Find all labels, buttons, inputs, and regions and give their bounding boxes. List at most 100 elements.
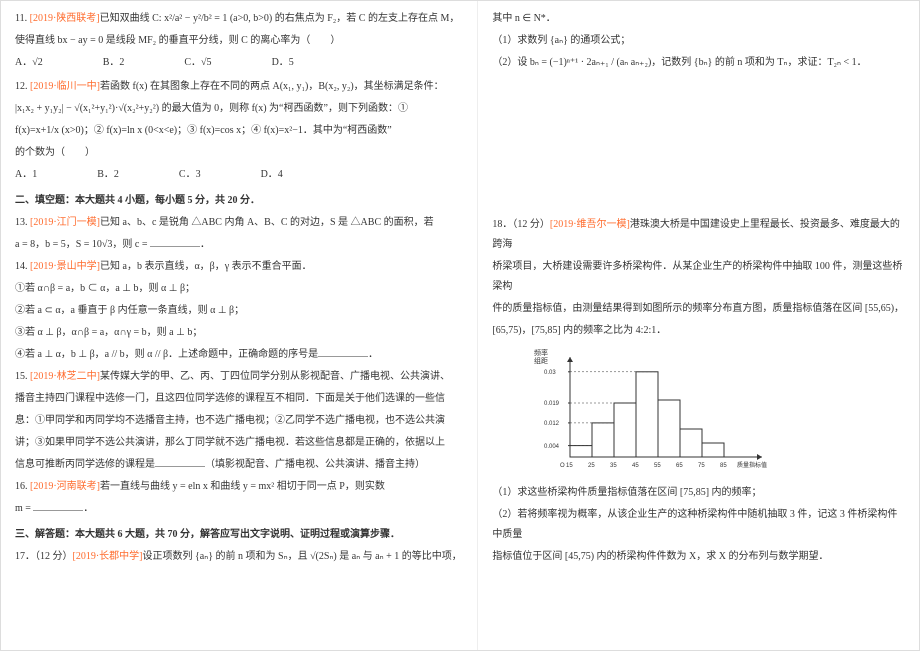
q14-line1: 14. [2019·景山中学]已知 a，b 表示直线，α，β，γ 表示不重合平面… — [15, 257, 463, 277]
q17-sub2: （2）设 bₙ = (−1)ⁿ⁺¹ · 2aₙ₊₁ / (aₙ aₙ₊₂)，记数… — [492, 53, 905, 73]
bar-45-55 — [636, 372, 658, 457]
q12-opt-d: D．4 — [261, 165, 283, 185]
q12-line4: 的个数为（ ） — [15, 143, 463, 163]
q13-line2: a = 8，b = 5，S = 10√3，则 c = ． — [15, 235, 463, 255]
q17-number: 17．（12 分） — [15, 551, 73, 562]
q12-line3: f(x)=x+1/x (x>0)；② f(x)=ln x (0<x<e)；③ f… — [15, 121, 463, 141]
q13-blank — [150, 237, 200, 247]
histogram-chart: 频率 组距 0.004 0.012 0.019 0.03 — [532, 347, 905, 477]
q12-opt-a: A．1 — [15, 165, 37, 185]
y-axis-arrow-icon — [567, 357, 573, 362]
q15-number: 15. — [15, 371, 30, 382]
left-column: 11. [2019·陕西联考]已知双曲线 C: x²/a² − y²/b² = … — [1, 1, 478, 650]
section-2-heading: 二、填空题：本大题共 4 小题，每小题 5 分，共 20 分． — [15, 191, 463, 211]
bar-55-65 — [658, 400, 680, 457]
q12-source-tag: [2019·临川一中] — [30, 81, 100, 92]
q13-body1: 已知 a、b、c 是锐角 △ABC 内角 A、B、C 的对边，S 是 △ABC … — [100, 217, 434, 228]
q15-line3: 息：①甲同学和丙同学均不选播音主持，也不选广播电视；②乙同学不选广播电视，也不选… — [15, 411, 463, 431]
q14-body1: 已知 a，b 表示直线，α，β，γ 表示不重合平面． — [100, 261, 312, 272]
q11-opt-d: D．5 — [272, 53, 294, 73]
q15-body5: 信息可推断丙同学选修的课程是 — [15, 459, 155, 470]
q12-body1: 若函数 f(x) 在其图象上存在不同的两点 A(x₁, y₁)，B(x₂, y₂… — [100, 81, 444, 92]
q18-sub1: （1）求这些桥梁构件质量指标值落在区间 [75,85] 内的频率； — [492, 483, 905, 503]
ytick-0004: 0.004 — [544, 444, 560, 450]
xlabel: 质量指标值 — [737, 461, 767, 469]
q11-number: 11. — [15, 13, 30, 24]
xtick-15: 15 — [566, 463, 573, 469]
q13-body2: a = 8，b = 5，S = 10√3，则 c = — [15, 239, 150, 250]
q11-line1: 11. [2019·陕西联考]已知双曲线 C: x²/a² − y²/b² = … — [15, 9, 463, 29]
q14-stmt2: ②若 a ⊂ α，a 垂直于 β 内任意一条直线，则 α ⊥ β； — [15, 301, 463, 321]
q12-line2: |x₁x₂ + y₁y₂| − √(x₁²+y₁²)·√(x₂²+y₂²) 的最… — [15, 99, 463, 119]
q16-source-tag: [2019·河南联考] — [30, 481, 100, 492]
q18-sub3: 指标值位于区间 [45,75) 内的桥梁构件件数为 X，求 X 的分布列与数学期… — [492, 547, 905, 567]
q15-tail: （填影视配音、广播电视、公共演讲、播音主持） — [205, 459, 425, 470]
xtick-65: 65 — [676, 463, 683, 469]
q12-number: 12. — [15, 81, 30, 92]
right-column: 其中 n ∈ N*． （1）求数列 {aₙ} 的通项公式； （2）设 bₙ = … — [478, 1, 919, 650]
q16-line1: 16. [2019·河南联考]若一直线与曲线 y = eln x 和曲线 y =… — [15, 477, 463, 497]
q14-blank — [318, 347, 368, 357]
q18-number: 18．（12 分） — [492, 219, 550, 230]
blank-space — [492, 75, 905, 215]
q14-stmt4: ④若 a ⊥ α，b ⊥ β，a // b，则 α // β．上述命题中，正确命… — [15, 345, 463, 365]
histogram-svg: 频率 组距 0.004 0.012 0.019 0.03 — [532, 347, 792, 477]
q18-line3: 件的质量指标值，由测量结果得到如图所示的频率分布直方图，质量指标值落在区间 [5… — [492, 299, 905, 319]
ylabel-line1: 频率 — [534, 348, 548, 357]
ytick-0030: 0.03 — [544, 370, 556, 376]
q18-line2: 桥梁项目，大桥建设需要许多桥梁构件．从某企业生产的桥梁构件中抽取 100 件，测… — [492, 257, 905, 297]
q16-body1: 若一直线与曲线 y = eln x 和曲线 y = mx² 相切于同一点 P，则… — [100, 481, 385, 492]
q11-opt-b: B．2 — [103, 53, 125, 73]
q11-line2: 使得直线 bx − ay = 0 是线段 MF₂ 的垂直平分线，则 C 的离心率… — [15, 31, 463, 51]
q16-number: 16. — [15, 481, 30, 492]
q17-body1: 设正项数列 {aₙ} 的前 n 项和为 Sₙ，且 √(2Sₙ) 是 aₙ 与 a… — [143, 551, 462, 562]
q12-opt-c: C．3 — [179, 165, 201, 185]
q15-source-tag: [2019·林芝二中] — [30, 371, 100, 382]
q11-opt-a: A．√2 — [15, 53, 43, 73]
q12-options: A．1 B．2 C．3 D．4 — [15, 165, 463, 185]
q18-line4: [65,75)，[75,85] 内的频率之比为 4:2:1． — [492, 321, 905, 341]
bar-65-75 — [680, 429, 702, 457]
xtick-85: 85 — [720, 463, 727, 469]
ylabel-line2: 组距 — [534, 356, 548, 365]
q15-line1: 15. [2019·林芝二中]某传媒大学的甲、乙、丙、丁四位同学分别从影视配音、… — [15, 367, 463, 387]
q11-options: A．√2 B．2 C．√5 D．5 — [15, 53, 463, 73]
q17-sub1: （1）求数列 {aₙ} 的通项公式； — [492, 31, 905, 51]
q14-number: 14. — [15, 261, 30, 272]
q15-blank — [155, 457, 205, 467]
xtick-35: 35 — [610, 463, 617, 469]
q16-blank — [33, 501, 83, 511]
ytick-0012: 0.012 — [544, 421, 560, 427]
q15-line4: 讲；③如果甲同学不选公共演讲，那么丁同学就不选广播电视．若这些信息都是正确的，依… — [15, 433, 463, 453]
xtick-25: 25 — [588, 463, 595, 469]
q14-l4-text: ④若 a ⊥ α，b ⊥ β，a // b，则 α // β．上述命题中，正确命… — [15, 349, 318, 360]
ytick-0019: 0.019 — [544, 401, 560, 407]
q17-cont1: 其中 n ∈ N*． — [492, 9, 905, 29]
q14-stmt3: ③若 α ⊥ β，α∩β = a，α∩γ = b，则 a ⊥ b； — [15, 323, 463, 343]
bar-15-25 — [570, 446, 592, 457]
q11-source-tag: [2019·陕西联考] — [30, 13, 100, 24]
xtick-0: O — [560, 463, 565, 469]
q11-opt-c: C．√5 — [184, 53, 211, 73]
q15-body1: 某传媒大学的甲、乙、丙、丁四位同学分别从影视配音、广播电视、公共演讲、 — [100, 371, 450, 382]
q18-source-tag: [2019·维吾尔一模] — [550, 219, 630, 230]
q14-source-tag: [2019·景山中学] — [30, 261, 100, 272]
q14-stmt1: ①若 α∩β = a，b ⊂ α，a ⊥ b，则 α ⊥ β； — [15, 279, 463, 299]
q13-line1: 13. [2019·江门一模]已知 a、b、c 是锐角 △ABC 内角 A、B、… — [15, 213, 463, 233]
q15-line5: 信息可推断丙同学选修的课程是 （填影视配音、广播电视、公共演讲、播音主持） — [15, 455, 463, 475]
q17-line1: 17．（12 分）[2019·长郡中学]设正项数列 {aₙ} 的前 n 项和为 … — [15, 547, 463, 567]
q12-opt-b: B．2 — [97, 165, 119, 185]
q13-source-tag: [2019·江门一模] — [30, 217, 100, 228]
q13-number: 13. — [15, 217, 30, 228]
xtick-75: 75 — [698, 463, 705, 469]
bar-25-35 — [592, 423, 614, 457]
q12-line1: 12. [2019·临川一中]若函数 f(x) 在其图象上存在不同的两点 A(x… — [15, 77, 463, 97]
x-axis-arrow-icon — [757, 454, 762, 460]
xtick-45: 45 — [632, 463, 639, 469]
section-3-heading: 三、解答题：本大题共 6 大题，共 70 分，解答应写出文字说明、证明过程或演算… — [15, 525, 463, 545]
bar-75-85 — [702, 443, 724, 457]
q18-sub2: （2）若将频率视为概率，从该企业生产的这种桥梁构件中随机抽取 3 件，记这 3 … — [492, 505, 905, 545]
q15-line2: 播音主持四门课程中选修一门，且这四位同学选修的课程互不相同．下面是关于他们选课的… — [15, 389, 463, 409]
q16-line2: m = ． — [15, 499, 463, 519]
q18-line1: 18．（12 分）[2019·维吾尔一模]港珠澳大桥是中国建设史上里程最长、投资… — [492, 215, 905, 255]
